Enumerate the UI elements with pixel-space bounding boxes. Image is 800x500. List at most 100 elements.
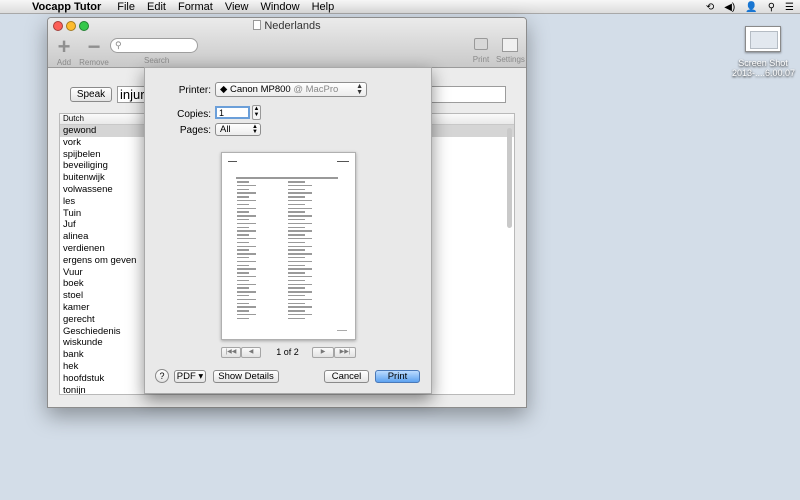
help-button[interactable]: ? [155, 369, 169, 383]
menu-window[interactable]: Window [254, 1, 305, 13]
desktop-screenshot-file[interactable]: Screen Shot 2013-....6.00.07 [732, 26, 796, 78]
preview-text-line [288, 283, 312, 286]
preview-text-line [237, 237, 256, 240]
menu-file[interactable]: File [111, 1, 141, 13]
previous-page-button[interactable]: ◀ [241, 347, 261, 358]
menu-view[interactable]: View [219, 1, 255, 13]
preview-text-line [237, 268, 256, 270]
preview-text-line [288, 192, 312, 194]
preview-text-line [237, 306, 256, 308]
preview-text-line [237, 294, 249, 297]
preview-column-dutch [237, 181, 267, 321]
preview-text-line [288, 215, 312, 217]
printer-select[interactable]: ◆ Canon MP800 @ MacPro ▲ ▼ [215, 82, 367, 97]
next-page-button[interactable]: ▶ [312, 347, 334, 358]
menu-bar: Vocapp Tutor File Edit Format View Windo… [0, 0, 800, 14]
title-bar: Nederlands + Add − Remove ⚲ Search Print… [48, 18, 526, 68]
preview-text-line [237, 283, 256, 286]
preview-text-line [288, 207, 312, 210]
copies-input[interactable]: 1 [215, 106, 250, 119]
preview-text-line [288, 294, 305, 297]
copies-stepper[interactable]: ▲ ▼ [252, 105, 261, 120]
preview-header-rule [236, 177, 338, 179]
preview-text-line [288, 310, 305, 312]
preview-text-line [288, 211, 305, 213]
preview-text-line [237, 184, 256, 187]
preview-text-line [237, 226, 249, 229]
preview-text-line [237, 211, 249, 213]
preview-text-line [237, 241, 249, 244]
print-toolbar-label: Print [472, 55, 490, 64]
add-label: Add [56, 58, 72, 67]
popup-arrows-icon: ▲ ▼ [356, 83, 363, 96]
table-scrollbar[interactable] [507, 128, 512, 228]
preview-text-line [237, 249, 249, 251]
menu-format[interactable]: Format [172, 1, 219, 13]
print-button[interactable]: Print [375, 370, 420, 383]
page-indicator: 1 of 2 [276, 347, 299, 357]
search-input[interactable]: ⚲ [110, 38, 198, 53]
preview-text-line [288, 260, 312, 263]
add-button[interactable]: + Add [52, 34, 76, 68]
preview-text-line [237, 207, 256, 210]
preview-text-line [237, 291, 256, 293]
pdf-button[interactable]: PDF ▾ [174, 370, 206, 383]
preview-text-line [288, 275, 312, 278]
speak-button[interactable]: Speak [70, 87, 112, 102]
preview-text-line [288, 264, 305, 267]
search-icon: ⚲ [115, 40, 122, 50]
preview-text-line [237, 192, 256, 194]
preview-text-line [288, 203, 305, 206]
settings-toolbar-label: Settings [496, 55, 525, 64]
preview-text-line [288, 317, 305, 320]
printer-icon [474, 38, 488, 50]
preview-text-line [288, 230, 312, 232]
settings-toolbar-button[interactable]: Settings [496, 38, 525, 64]
preview-text-line [237, 275, 256, 278]
last-page-button[interactable]: ▶▶| [334, 347, 356, 358]
preview-text-line [237, 203, 249, 206]
preview-header-text: ▬▬▬ [228, 159, 237, 163]
preview-text-line [288, 184, 312, 187]
preview-text-line [237, 256, 249, 259]
preview-text-line [237, 181, 249, 183]
preview-text-line [288, 268, 312, 270]
spotlight-icon[interactable]: ⚲ [768, 2, 775, 13]
notification-list-icon[interactable]: ☰ [785, 2, 794, 13]
time-machine-icon[interactable]: ⟲ [706, 2, 714, 13]
preview-date-text: ▬▬▬▬ [337, 159, 349, 163]
window-title: Nederlands [48, 20, 526, 32]
desktop-file-label-2: 2013-....6.00.07 [732, 68, 796, 78]
preview-text-line [288, 181, 305, 183]
pages-value: All [220, 124, 231, 135]
menu-help[interactable]: Help [306, 1, 341, 13]
preview-text-line [288, 241, 305, 244]
pages-select[interactable]: All ▲ ▼ [215, 123, 261, 136]
plus-icon: + [57, 34, 71, 59]
menu-edit[interactable]: Edit [141, 1, 172, 13]
preview-text-line [288, 218, 305, 221]
preview-text-line [288, 253, 312, 255]
volume-icon[interactable]: ◀) [724, 2, 735, 13]
preview-text-line [288, 298, 312, 301]
preview-text-line [237, 279, 249, 282]
minus-icon: − [87, 34, 101, 59]
print-toolbar-button[interactable]: Print [470, 38, 492, 64]
printer-small-icon: ◆ [220, 84, 230, 95]
pages-label: Pages: [179, 125, 211, 136]
settings-icon [502, 38, 518, 52]
cancel-button[interactable]: Cancel [324, 370, 369, 383]
first-page-button[interactable]: |◀◀ [221, 347, 241, 358]
preview-text-line [237, 310, 249, 312]
preview-text-line [288, 249, 305, 251]
preview-text-line [237, 253, 256, 255]
user-icon[interactable]: 👤 [745, 2, 757, 13]
preview-text-line [237, 245, 256, 248]
remove-button[interactable]: − Remove [79, 34, 109, 68]
preview-text-line [237, 317, 249, 320]
preview-text-line [288, 234, 305, 236]
document-icon [253, 20, 262, 30]
menu-app-name[interactable]: Vocapp Tutor [22, 1, 111, 13]
show-details-button[interactable]: Show Details [213, 370, 279, 383]
screenshot-thumbnail-icon [745, 26, 781, 52]
